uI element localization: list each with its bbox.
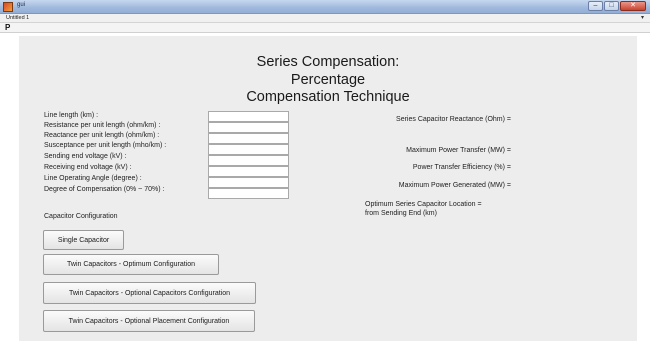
twin-optional-capacitors-button[interactable]: Twin Capacitors - Optional Capacitors Co… [43,282,256,304]
minimize-button[interactable]: – [588,1,603,11]
title-line-1: Series Compensation: [256,54,400,70]
window-controls: – □ ✕ [588,1,646,11]
window-title: gui [17,2,26,8]
label-resistance: Resistance per unit length (ohm/km) : [44,122,161,129]
title-line-2: Percentage [290,71,366,88]
title-bar: gui – □ ✕ [0,0,650,14]
label-compensation-degree: Degree of Compensation (0% ~ 70%) : [44,186,165,193]
capacitor-config-label: Capacitor Configuration [44,213,118,220]
sending-voltage-input[interactable] [208,155,289,166]
output-transfer-efficiency: Power Transfer Efficiency (%) = [412,164,511,171]
resistance-input[interactable] [208,122,289,133]
title-line-3: Compensation Technique [246,89,410,105]
single-capacitor-button[interactable]: Single Capacitor [43,230,124,250]
label-operating-angle: Line Operating Angle (degree) : [44,175,142,182]
label-receiving-voltage: Receiving end voltage (kV) : [44,164,132,171]
page-title: Series Compensation: Percentage Compensa… [19,54,637,107]
label-susceptance: Susceptance per unit length (mho/km) : [44,142,167,149]
close-button[interactable]: ✕ [620,1,646,11]
output-location-subtitle: from Sending End (km) [365,210,437,217]
output-capacitor-location: Optimum Series Capacitor Location = [365,201,482,208]
reactance-input[interactable] [208,133,289,144]
menu-untitled[interactable]: Untitled 1 [6,15,29,21]
compensation-degree-input[interactable] [208,188,289,199]
operating-angle-input[interactable] [208,177,289,188]
receiving-voltage-input[interactable] [208,166,289,177]
twin-optimum-button[interactable]: Twin Capacitors - Optimum Configuration [43,254,219,275]
toolbar: P [0,23,650,33]
toolbar-p-tool[interactable]: P [5,23,10,32]
main-panel: Series Compensation: Percentage Compensa… [19,36,637,341]
chevron-down-icon[interactable]: ▾ [641,14,644,21]
twin-optional-placement-button[interactable]: Twin Capacitors - Optional Placement Con… [43,310,255,332]
matlab-app-icon [3,2,13,12]
maximize-button[interactable]: □ [604,1,619,11]
line-length-input[interactable] [208,111,289,122]
output-max-power-generated: Maximum Power Generated (MW) = [398,182,511,189]
menu-bar: Untitled 1 ▾ [0,14,650,23]
output-capacitor-reactance: Series Capacitor Reactance (Ohm) = [396,116,511,123]
label-line-length: Line length (km) : [44,112,99,119]
label-sending-voltage: Sending end voltage (kV) : [44,153,127,160]
label-reactance: Reactance per unit length (ohm/km) : [44,132,160,139]
susceptance-input[interactable] [208,144,289,155]
output-max-power-transfer: Maximum Power Transfer (MW) = [406,147,511,154]
